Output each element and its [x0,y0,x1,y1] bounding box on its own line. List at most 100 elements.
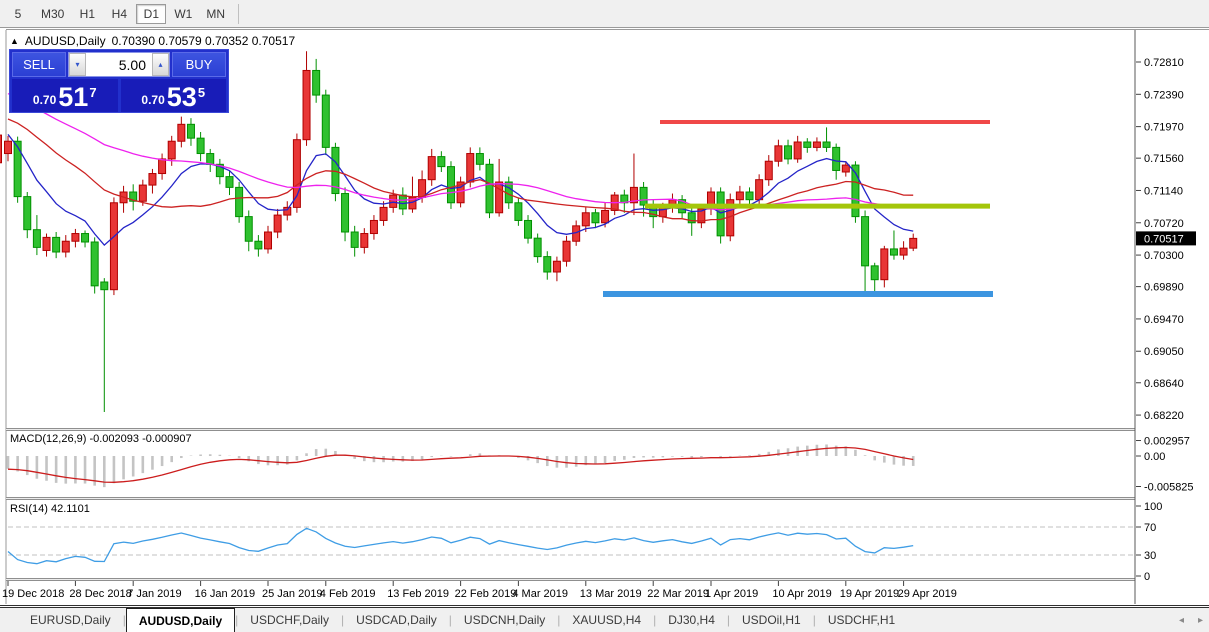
chart-canvas[interactable]: 0.72810 0.72390 0.71970 0.71560 0.71140 0.70 7… [0,28,1209,607]
candle-39 [380,207,387,220]
date-label: 4 Mar 2019 [512,588,568,600]
candle-17 [168,141,175,159]
tab-dj30-h4[interactable]: DJ30,H4 [656,608,727,632]
date-label: 22 Feb 2019 [455,588,517,600]
buy-price-big: 53 [167,84,197,110]
candle-35 [342,194,349,232]
symbol-period-label: AUDUSD,Daily [25,34,106,48]
price-tick-label: 0.71560 [1144,153,1184,165]
date-label: 4 Feb 2019 [320,588,376,600]
candle-15 [149,174,156,186]
candle-60 [582,213,589,226]
candle-55 [534,238,541,256]
candle-94 [910,238,917,248]
rsi-tick-label: 70 [1144,522,1156,534]
candle-43 [419,180,426,198]
volume-input[interactable]: 5.00 [86,53,152,76]
candle-edge [0,135,2,163]
candle-36 [351,232,358,247]
price-tick-label: 0.72390 [1144,89,1184,101]
macd-tick-label: 0.00 [1144,451,1165,463]
timeframe-button-w1[interactable]: W1 [168,4,198,24]
buy-price-prefix: 0.70 [141,93,164,107]
buy-button[interactable]: BUY [172,52,226,77]
candle-3 [33,230,40,248]
sell-price-pip: 7 [89,85,96,100]
price-tick-label: 0.72810 [1144,57,1184,69]
sell-button[interactable]: SELL [12,52,66,77]
tab-xauusd-h4[interactable]: XAUUSD,H4 [560,608,653,632]
timeframe-button-h1[interactable]: H1 [72,4,102,24]
candle-45 [438,157,445,167]
candle-41 [399,195,406,209]
price-tick-label: 0.71140 [1144,185,1183,197]
date-label: 13 Mar 2019 [580,588,642,600]
candle-56 [544,257,551,272]
tab-audusd-daily[interactable]: AUDUSD,Daily [126,608,235,632]
candle-9 [91,242,98,286]
candle-81 [785,146,792,159]
candle-91 [881,249,888,280]
tab-usdcnh-daily[interactable]: USDCNH,Daily [452,608,557,632]
candle-6 [62,241,69,252]
tab-scroll-left-icon[interactable]: ◂ [1179,615,1184,626]
candle-76 [736,192,743,200]
sell-price-display[interactable]: 0.70 51 7 [12,79,118,112]
tab-eurusd-daily[interactable]: EURUSD,Daily [18,608,123,632]
timeframe-button-d1[interactable]: D1 [136,4,166,24]
volume-increase-button[interactable]: ▴ [152,53,169,76]
candle-80 [775,146,782,161]
tab-scroll-right-icon[interactable]: ▸ [1198,615,1203,626]
timeframe-button-mn[interactable]: MN [200,4,231,24]
volume-decrease-button[interactable]: ▾ [69,53,86,76]
timeframe-button-m30[interactable]: M30 [35,4,70,24]
date-label: 1 Apr 2019 [705,588,758,600]
tab-usdoil-h1[interactable]: USDOil,H1 [730,608,813,632]
one-click-trade-panel: SELL ▾ 5.00 ▴ BUY 0.70 51 7 0.70 53 5 [9,49,229,113]
chart-tab-bar: EURUSD,Daily|AUDUSD,Daily|USDCHF,Daily|U… [0,607,1209,632]
macd-tick-label: 0.002957 [1144,436,1190,448]
tab-usdchf-daily[interactable]: USDCHF,Daily [238,608,341,632]
chart-widget: 0.72810 0.72390 0.71970 0.71560 0.71140 0.70 7… [0,28,1209,607]
candle-86 [833,147,840,170]
tab-scroll-buttons: ◂ ▸ [1179,608,1203,632]
candle-11 [110,203,117,290]
candle-51 [496,182,503,213]
timeframe-button-h4[interactable]: H4 [104,4,134,24]
sell-price-prefix: 0.70 [33,93,56,107]
price-tick-label: 0.71970 [1144,122,1184,134]
candle-77 [746,192,753,200]
candle-28 [274,215,281,232]
macd-indicator-label: MACD(12,26,9) -0.002093 -0.000907 [10,433,192,445]
candle-31 [303,70,310,139]
buy-price-display[interactable]: 0.70 53 5 [121,79,227,112]
current-price-label: 0.70517 [1144,233,1184,245]
price-tick-label: 0.69890 [1144,282,1184,294]
collapse-panel-icon[interactable]: ▲ [10,36,19,46]
candle-53 [515,203,522,221]
chart-background [0,28,1209,607]
timeframe-button-5[interactable]: 5 [3,4,33,24]
date-label: 29 Apr 2019 [898,588,957,600]
candle-19 [187,124,194,138]
candle-29 [284,207,291,215]
candle-58 [563,241,570,261]
tab-usdcad-daily[interactable]: USDCAD,Daily [344,608,449,632]
candle-61 [592,213,599,223]
candle-57 [553,261,560,272]
candle-0 [5,141,12,153]
rsi-tick-label: 0 [1144,571,1150,583]
candle-5 [53,237,60,252]
date-label: 7 Jan 2019 [127,588,181,600]
rsi-tick-label: 30 [1144,550,1156,562]
date-label: 22 Mar 2019 [647,588,709,600]
candle-54 [525,220,532,238]
tab-usdchf-h1[interactable]: USDCHF,H1 [816,608,907,632]
price-tick-label: 0.69050 [1144,346,1184,358]
mt4-window: 5M30H1H4D1W1MN 0.72810 0.72390 0.71970 0.71… [0,0,1209,632]
date-label: 13 Feb 2019 [387,588,449,600]
candle-23 [226,177,233,188]
candle-1 [14,141,21,196]
candle-21 [207,154,214,165]
candle-85 [823,142,830,147]
